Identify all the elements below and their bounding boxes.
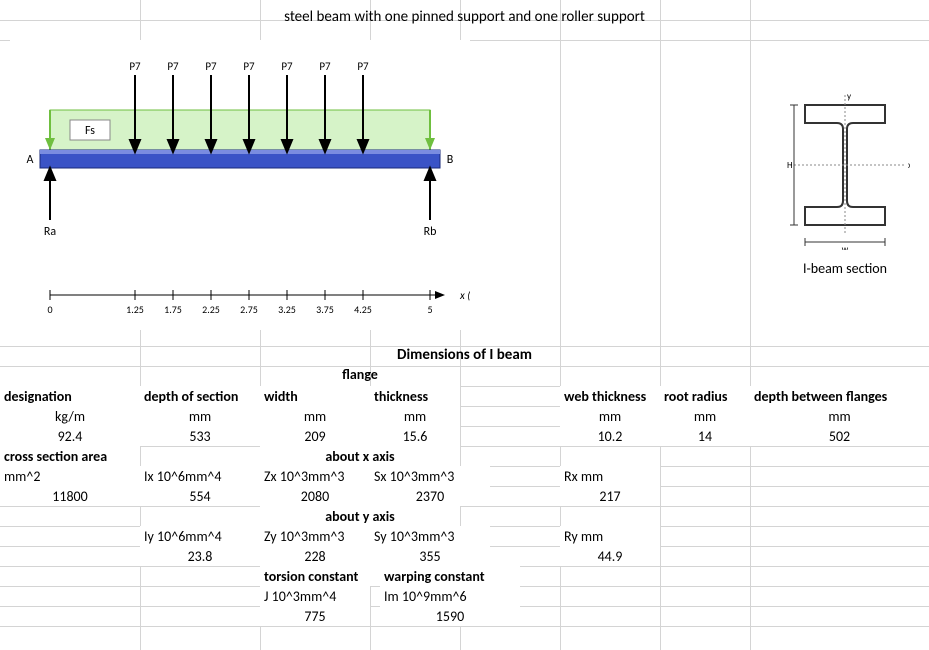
beam-diagram: Fs A B P7 P7 P7 P7 P7 P7 P7 — [10, 40, 470, 330]
hdr-about-x: about x axis — [260, 446, 460, 466]
val-web[interactable]: 10.2 — [560, 426, 660, 446]
val-designation[interactable]: 92.4 — [0, 426, 140, 446]
hdr-torsion: torsion constant — [260, 566, 380, 586]
svg-text:P7: P7 — [205, 60, 217, 73]
unit-zy: Zy 10^3mm^3 — [260, 526, 370, 546]
hdr-dbf: depth between flanges — [750, 386, 929, 406]
unit-thickness: mm — [370, 406, 460, 426]
val-ix[interactable]: 554 — [140, 486, 260, 506]
svg-text:P7: P7 — [243, 60, 255, 73]
unit-designation: kg/m — [0, 406, 140, 426]
svg-text:5: 5 — [427, 303, 432, 316]
svg-text:x: x — [908, 160, 910, 171]
svg-text:2.25: 2.25 — [202, 303, 220, 316]
unit-sy: Sy 10^3mm^3 — [370, 526, 490, 546]
hdr-width: width — [260, 386, 370, 406]
unit-dbf: mm — [750, 406, 929, 426]
ibeam-caption: I-beam section — [780, 260, 910, 277]
svg-text:4.25: 4.25 — [354, 303, 372, 316]
hdr-warping: warping constant — [380, 566, 520, 586]
unit-j: J 10^3mm^4 — [260, 586, 370, 606]
svg-text:1.75: 1.75 — [164, 303, 182, 316]
unit-ry: Ry mm — [560, 526, 660, 546]
val-dbf[interactable]: 502 — [750, 426, 929, 446]
flange-heading: flange — [260, 366, 460, 383]
val-zx[interactable]: 2080 — [260, 486, 370, 506]
val-rx[interactable]: 217 — [560, 486, 660, 506]
svg-text:x (m): x (m) — [459, 289, 470, 302]
svg-text:2.75: 2.75 — [240, 303, 258, 316]
svg-text:B: B — [447, 153, 454, 167]
val-root[interactable]: 14 — [660, 426, 750, 446]
val-depth[interactable]: 533 — [140, 426, 260, 446]
unit-width: mm — [260, 406, 370, 426]
svg-text:3.25: 3.25 — [278, 303, 296, 316]
svg-text:P7: P7 — [357, 60, 369, 73]
svg-text:P7: P7 — [319, 60, 331, 73]
svg-text:P7: P7 — [129, 60, 141, 73]
svg-text:H: H — [787, 160, 793, 171]
hdr-thickness: thickness — [370, 386, 460, 406]
svg-text:3.75: 3.75 — [316, 303, 334, 316]
svg-text:Rb: Rb — [424, 225, 437, 239]
hdr-web: web thickness — [560, 386, 660, 406]
dimensions-heading: Dimensions of I beam — [0, 346, 929, 364]
unit-im: Im 10^9mm^6 — [380, 586, 520, 606]
svg-text:A: A — [27, 153, 34, 167]
val-width[interactable]: 209 — [260, 426, 370, 446]
unit-web: mm — [560, 406, 660, 426]
val-csa[interactable]: 11800 — [0, 486, 140, 506]
hdr-about-y: about y axis — [260, 506, 460, 526]
val-sy[interactable]: 355 — [370, 546, 490, 566]
unit-sx: Sx 10^3mm^3 — [370, 466, 490, 486]
unit-csa: mm^2 — [0, 466, 140, 486]
unit-ix: Ix 10^6mm^4 — [140, 466, 260, 486]
svg-text:P7: P7 — [281, 60, 293, 73]
unit-depth: mm — [140, 406, 260, 426]
page-title: steel beam with one pinned support and o… — [0, 8, 929, 26]
val-sx[interactable]: 2370 — [370, 486, 490, 506]
spreadsheet[interactable]: steel beam with one pinned support and o… — [0, 0, 929, 650]
svg-text:y: y — [847, 91, 852, 102]
unit-root: mm — [660, 406, 750, 426]
hdr-designation: designation — [0, 386, 140, 406]
hdr-depth: depth of section — [140, 386, 260, 406]
val-j[interactable]: 775 — [260, 606, 370, 626]
unit-iy: Iy 10^6mm^4 — [140, 526, 260, 546]
unit-rx: Rx mm — [560, 466, 660, 486]
svg-text:0: 0 — [47, 303, 52, 316]
svg-text:w: w — [842, 244, 849, 250]
fs-label: Fs — [85, 124, 95, 138]
svg-text:P7: P7 — [167, 60, 179, 73]
val-iy[interactable]: 23.8 — [140, 546, 260, 566]
hdr-root: root radius — [660, 386, 750, 406]
svg-text:Ra: Ra — [44, 225, 57, 239]
svg-text:1.25: 1.25 — [126, 303, 144, 316]
unit-zx: Zx 10^3mm^3 — [260, 466, 370, 486]
hdr-csa: cross section area — [0, 446, 140, 466]
val-im[interactable]: 1590 — [380, 606, 520, 626]
val-zy[interactable]: 228 — [260, 546, 370, 566]
val-ry[interactable]: 44.9 — [560, 546, 660, 566]
val-thickness[interactable]: 15.6 — [370, 426, 460, 446]
ibeam-section-icon: x y w H — [780, 90, 910, 260]
